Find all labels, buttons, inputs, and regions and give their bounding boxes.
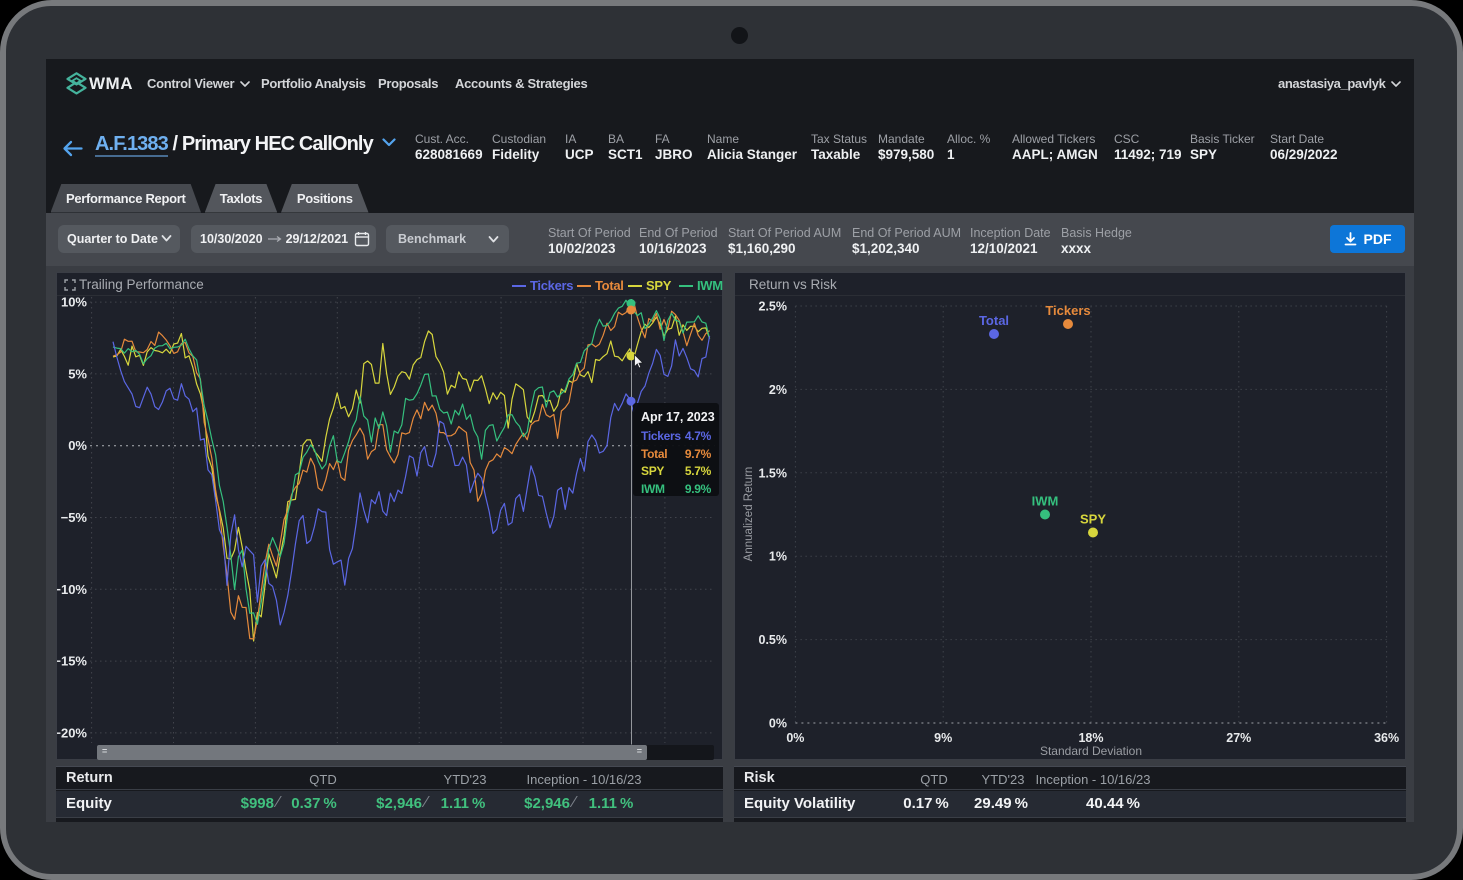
- svg-text:1%: 1%: [769, 550, 787, 564]
- svg-text:−15%: −15%: [57, 654, 87, 669]
- svg-text:0%: 0%: [769, 717, 787, 731]
- svg-text:9%: 9%: [934, 731, 952, 745]
- svg-text:27%: 27%: [1226, 731, 1251, 745]
- svg-text:0%: 0%: [786, 731, 804, 745]
- svg-text:36%: 36%: [1374, 731, 1399, 745]
- svg-text:0.5%: 0.5%: [759, 633, 788, 647]
- svg-text:2%: 2%: [769, 383, 787, 397]
- svg-text:Standard Deviation: Standard Deviation: [1040, 744, 1142, 758]
- svg-text:18%: 18%: [1078, 731, 1103, 745]
- svg-text:Tickers: Tickers: [1045, 303, 1090, 318]
- svg-text:0%: 0%: [68, 438, 87, 453]
- svg-text:2.5%: 2.5%: [759, 300, 788, 314]
- svg-text:−10%: −10%: [57, 582, 87, 597]
- svg-text:5%: 5%: [68, 366, 87, 381]
- svg-text:−20%: −20%: [57, 725, 87, 740]
- svg-text:Annualized Return: Annualized Return: [743, 467, 755, 562]
- svg-text:1.5%: 1.5%: [759, 466, 788, 480]
- svg-text:SPY: SPY: [1080, 512, 1106, 527]
- svg-text:Total: Total: [979, 313, 1009, 328]
- svg-text:IWM: IWM: [1032, 494, 1059, 509]
- svg-text:−5%: −5%: [61, 510, 88, 525]
- svg-text:10%: 10%: [61, 295, 87, 310]
